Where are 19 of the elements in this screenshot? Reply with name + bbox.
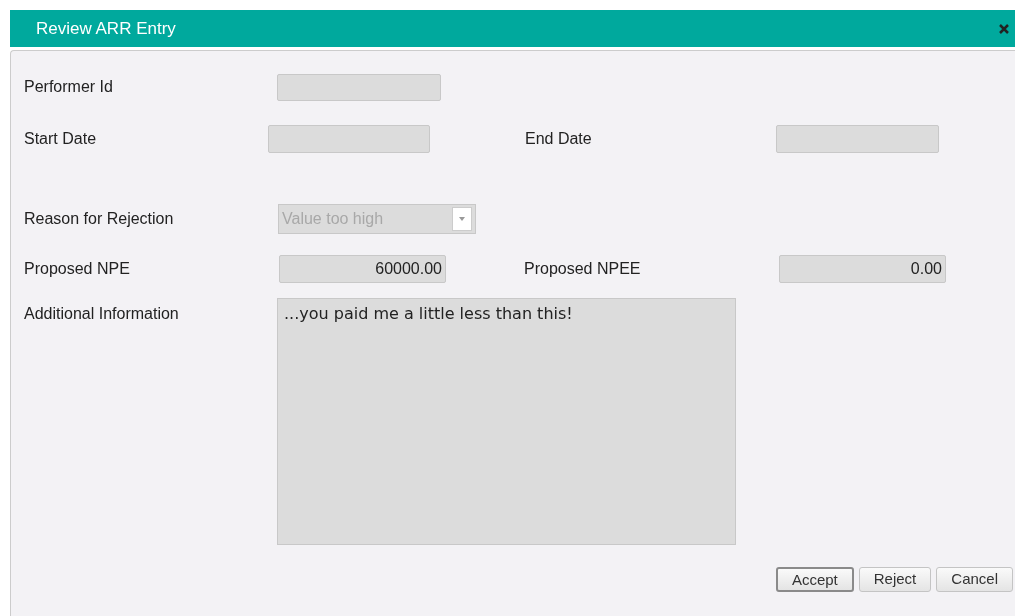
start-date-field[interactable] <box>268 125 430 153</box>
proposed-npee-field[interactable]: 0.00 <box>779 255 946 283</box>
field-label: Start Date <box>24 129 98 149</box>
caret-icon <box>459 217 465 221</box>
field-label: Performer Id <box>24 77 114 97</box>
proposed-npe-field[interactable]: 60000.00 <box>279 255 446 283</box>
additional-information-field[interactable]: ...you paid me a little less than this! <box>277 298 736 545</box>
end-date-field[interactable] <box>776 125 939 153</box>
field-label: Proposed NPE <box>24 259 131 279</box>
dialog-button[interactable]: Accept <box>775 567 854 592</box>
close-icon[interactable] <box>999 23 1009 34</box>
field-label: Proposed NPEE <box>524 259 642 279</box>
dialog-button[interactable]: Cancel <box>936 567 1013 592</box>
window-title: Review ARR Entry <box>36 17 176 40</box>
performer-id-field[interactable] <box>277 73 441 101</box>
field-label: End Date <box>525 129 593 149</box>
dialog-button[interactable]: Reject <box>858 567 932 592</box>
field-label: Additional Information <box>24 304 180 324</box>
field-label: Reason for Rejection <box>24 209 175 229</box>
